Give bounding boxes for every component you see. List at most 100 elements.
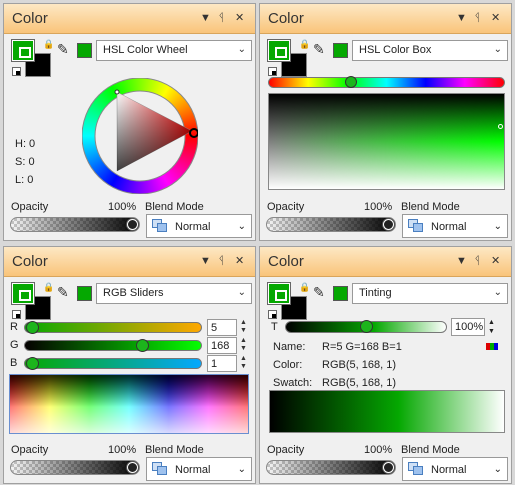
red-slider-knob[interactable]	[26, 321, 39, 334]
blend-mode-select[interactable]: Normal ⌄	[402, 457, 508, 481]
tint-spinner[interactable]: ▲ ▼	[486, 318, 497, 336]
opacity-slider[interactable]	[266, 217, 396, 232]
swatch-value: RGB(5, 168, 1)	[322, 377, 396, 389]
blue-spinner[interactable]: ▲ ▼	[238, 355, 249, 372]
opacity-slider-knob[interactable]	[383, 219, 394, 230]
hue-slider-knob[interactable]	[345, 76, 357, 88]
pin-icon[interactable]: ᛩ	[474, 11, 481, 25]
opacity-slider[interactable]	[10, 217, 140, 232]
red-slider[interactable]	[24, 321, 202, 334]
menu-icon[interactable]: ▼	[456, 254, 467, 268]
green-spinner[interactable]: ▲ ▼	[238, 337, 249, 354]
tint-gradient-strip[interactable]	[269, 390, 505, 433]
blend-mode-value: Normal	[175, 221, 211, 233]
blend-mode-select[interactable]: Normal ⌄	[146, 457, 252, 481]
hsl-color-wheel[interactable]	[82, 78, 198, 194]
opacity-value: 100%	[364, 444, 393, 456]
foreground-color-swatch[interactable]	[267, 39, 291, 62]
eyedropper-icon[interactable]: ✎	[57, 284, 69, 301]
mode-select[interactable]: HSL Color Box ⌄	[352, 40, 508, 61]
color-panel-wheel: Color ▼ ᛩ ✕ 🔒 ✎ HSL Color Wheel ⌄ H: 0 S…	[3, 3, 256, 241]
blend-mode-label: Blend Mode	[401, 201, 460, 213]
panel-titlebar[interactable]: Color ▼ ᛩ ✕	[260, 247, 511, 277]
opacity-label: Opacity	[267, 444, 305, 456]
close-icon[interactable]: ✕	[235, 254, 244, 268]
reset-colors-icon[interactable]	[268, 310, 277, 319]
name-value: R=5 G=168 B=1	[322, 341, 402, 353]
blue-slider-knob[interactable]	[26, 357, 39, 370]
blend-mode-select[interactable]: Normal ⌄	[146, 214, 252, 238]
panel-titlebar[interactable]: Color ▼ ᛩ ✕	[4, 247, 255, 277]
lock-icon[interactable]: 🔒	[299, 39, 310, 50]
blend-mode-icon	[152, 219, 168, 233]
opacity-slider[interactable]	[266, 460, 396, 475]
swatch-label: Swatch:	[273, 377, 313, 389]
chevron-down-icon: ⌄	[493, 287, 502, 298]
mode-select[interactable]: HSL Color Wheel ⌄	[96, 40, 252, 61]
opacity-slider-knob[interactable]	[127, 219, 138, 230]
close-icon[interactable]: ✕	[491, 254, 500, 268]
panel-titlebar[interactable]: Color ▼ ᛩ ✕	[260, 4, 511, 34]
color-marker	[114, 89, 120, 95]
opacity-value: 100%	[108, 201, 137, 213]
opacity-value: 100%	[364, 201, 393, 213]
foreground-color-swatch[interactable]	[267, 282, 291, 305]
color-value: RGB(5, 168, 1)	[322, 359, 396, 371]
lock-icon[interactable]: 🔒	[43, 39, 54, 50]
blue-slider[interactable]	[24, 357, 202, 370]
saturation-lightness-marker[interactable]	[498, 124, 503, 129]
close-icon[interactable]: ✕	[235, 11, 244, 25]
tint-slider[interactable]	[285, 320, 447, 333]
current-color-swatch[interactable]	[333, 286, 348, 301]
reset-colors-icon[interactable]	[268, 67, 277, 76]
spectrum-picker[interactable]	[9, 374, 249, 434]
color-panel-tinting: Color ▼ ᛩ ✕ 🔒 ✎ Tinting ⌄ T 100% ▲ ▼ Name…	[259, 246, 512, 484]
red-spinner[interactable]: ▲ ▼	[238, 319, 249, 336]
mode-select[interactable]: RGB Sliders ⌄	[96, 283, 252, 304]
green-slider-knob[interactable]	[136, 339, 149, 352]
reset-colors-icon[interactable]	[12, 310, 21, 319]
green-value-input[interactable]: 168	[207, 337, 237, 354]
menu-icon[interactable]: ▼	[200, 11, 211, 25]
current-color-swatch[interactable]	[333, 43, 348, 58]
red-value-input[interactable]: 5	[207, 319, 237, 336]
chevron-down-icon: ⌄	[493, 464, 502, 475]
eyedropper-icon[interactable]: ✎	[313, 41, 325, 58]
saturation-lightness-box[interactable]	[268, 93, 505, 190]
hue-readout: H: 0	[15, 138, 36, 150]
reset-colors-icon[interactable]	[12, 67, 21, 76]
hue-slider[interactable]	[268, 76, 505, 88]
pin-icon[interactable]: ᛩ	[218, 11, 225, 25]
lock-icon[interactable]: 🔒	[43, 282, 54, 293]
opacity-slider-knob[interactable]	[127, 462, 138, 473]
mode-select-value: RGB Sliders	[103, 287, 164, 299]
panel-titlebar[interactable]: Color ▼ ᛩ ✕	[4, 4, 255, 34]
current-color-swatch[interactable]	[77, 286, 92, 301]
tint-value-input[interactable]: 100%	[451, 318, 485, 336]
blue-value-input[interactable]: 1	[207, 355, 237, 372]
rgb-channels-icon[interactable]	[486, 343, 498, 350]
green-slider[interactable]	[24, 339, 202, 352]
pin-icon[interactable]: ᛩ	[474, 254, 481, 268]
tint-slider-knob[interactable]	[360, 320, 373, 333]
foreground-color-swatch[interactable]	[11, 282, 35, 305]
mode-select-value: HSL Color Box	[359, 44, 432, 56]
opacity-slider-knob[interactable]	[383, 462, 394, 473]
blend-mode-select[interactable]: Normal ⌄	[402, 214, 508, 238]
menu-icon[interactable]: ▼	[200, 254, 211, 268]
eyedropper-icon[interactable]: ✎	[313, 284, 325, 301]
lightness-readout: L: 0	[15, 174, 34, 186]
close-icon[interactable]: ✕	[491, 11, 500, 25]
green-label: G	[10, 339, 19, 351]
lock-icon[interactable]: 🔒	[299, 282, 310, 293]
pin-icon[interactable]: ᛩ	[218, 254, 225, 268]
foreground-color-swatch[interactable]	[11, 39, 35, 62]
opacity-slider[interactable]	[10, 460, 140, 475]
menu-icon[interactable]: ▼	[456, 11, 467, 25]
mode-select[interactable]: Tinting ⌄	[352, 283, 508, 304]
current-color-swatch[interactable]	[77, 43, 92, 58]
eyedropper-icon[interactable]: ✎	[57, 41, 69, 58]
blend-mode-label: Blend Mode	[401, 444, 460, 456]
saturation-readout: S: 0	[15, 156, 35, 168]
red-label: R	[10, 321, 18, 333]
